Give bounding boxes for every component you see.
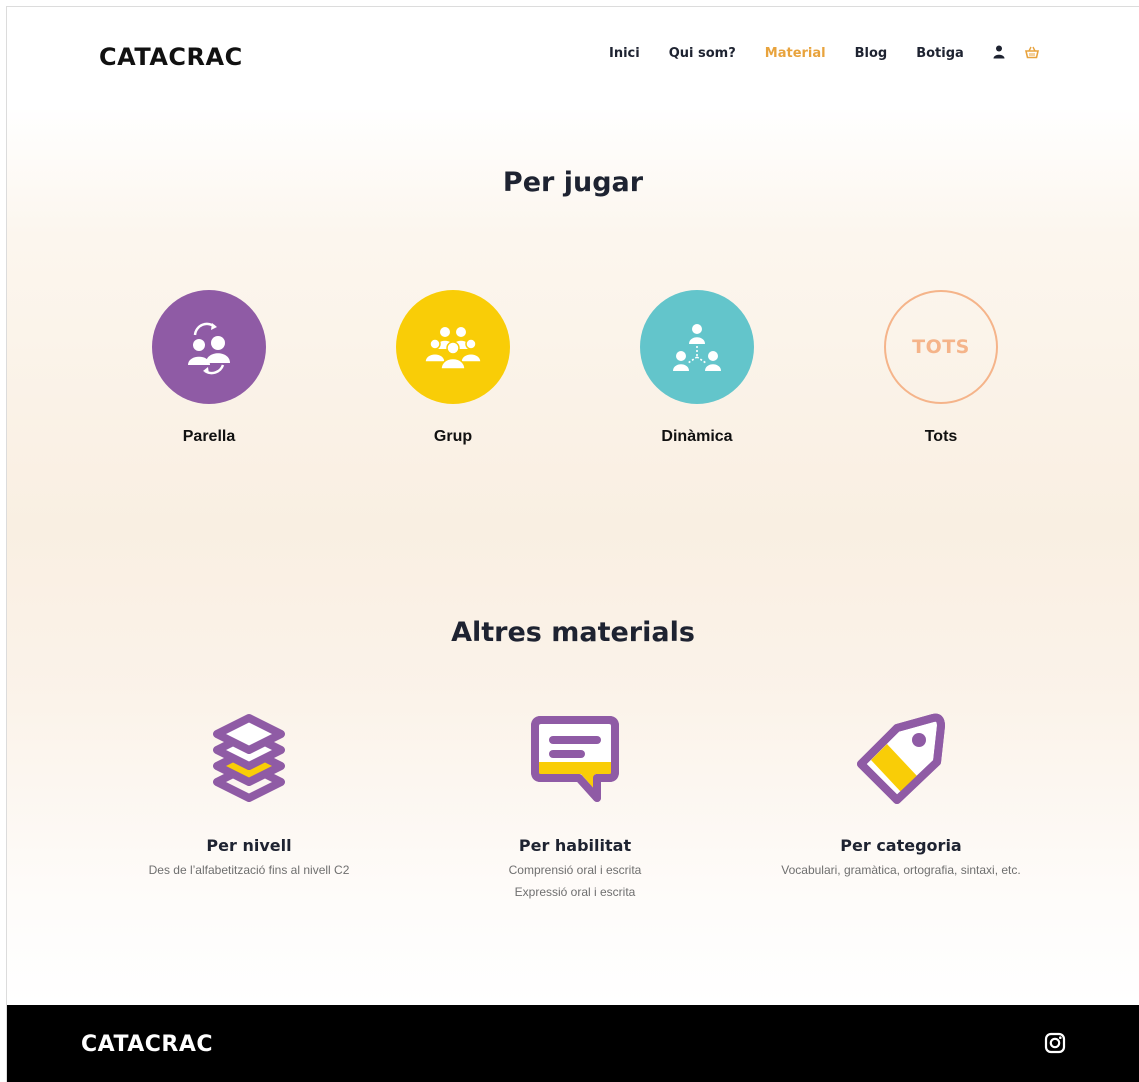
material-desc-habilitat-line-2: Expressió oral i escrita [514,885,636,899]
nav-blog[interactable]: Blog [855,46,888,61]
footer-logo[interactable]: CATACRAC [81,1032,213,1057]
play-card-tots[interactable]: TOTS Tots [851,290,1031,446]
material-title-habilitat[interactable]: Per habilitat [415,836,735,855]
material-title-categoria[interactable]: Per categoria [741,836,1061,855]
site-header: CATACRAC Inici Qui som? Material Blog Bo… [7,7,1139,103]
play-label-tots[interactable]: Tots [851,428,1031,446]
dynamic-network-icon [673,324,721,371]
material-title-nivell[interactable]: Per nivell [89,836,409,855]
play-label-grup[interactable]: Grup [363,428,543,446]
layers-icon[interactable] [201,710,297,806]
play-label-dinamica[interactable]: Dinàmica [607,428,787,446]
site-logo[interactable]: CATACRAC [99,43,243,71]
parella-circle[interactable] [152,290,266,404]
instagram-icon[interactable] [1044,1032,1066,1054]
altres-materials-title: Altres materials [451,617,695,648]
material-card-habilitat[interactable]: Per habilitat Comprensió oral i escrita … [415,710,735,903]
nav-botiga[interactable]: Botiga [916,46,964,61]
material-desc-nivell: Des de l’alfabetització fins al nivell C… [148,863,350,877]
dinamica-circle[interactable] [640,290,754,404]
material-desc-habilitat-line-1: Comprensió oral i escrita [508,863,642,877]
material-card-nivell[interactable]: Per nivell Des de l’alfabetització fins … [89,710,409,881]
site-footer: CATACRAC [7,1005,1139,1082]
per-jugar-title: Per jugar [502,167,644,198]
grup-circle[interactable] [396,290,510,404]
play-label-parella[interactable]: Parella [119,428,299,446]
nav-qui-som[interactable]: Qui som? [669,46,736,61]
play-card-grup[interactable]: Grup [363,290,543,446]
play-card-parella[interactable]: Parella [119,290,299,446]
material-card-categoria[interactable]: Per categoria Vocabulari, gramàtica, ort… [741,710,1061,881]
play-card-dinamica[interactable]: Dinàmica [607,290,787,446]
page: CATACRAC Inici Qui som? Material Blog Bo… [6,6,1139,1082]
nav-material[interactable]: Material [765,46,826,61]
speech-bubble-icon[interactable] [527,710,623,806]
material-desc-categoria: Vocabulari, gramàtica, ortografia, sinta… [781,863,1021,877]
main-nav: Inici Qui som? Material Blog Botiga [609,45,1057,61]
material-desc-habilitat: Comprensió oral i escrita Expressió oral… [415,859,735,903]
user-icon[interactable] [993,45,1007,61]
tots-circle[interactable]: TOTS [884,290,998,404]
tots-badge: TOTS [912,336,970,358]
pair-swap-icon [188,322,230,375]
tag-icon[interactable] [853,710,949,806]
basket-icon[interactable] [1024,45,1039,61]
group-icon [424,327,482,370]
nav-inici[interactable]: Inici [609,46,640,61]
